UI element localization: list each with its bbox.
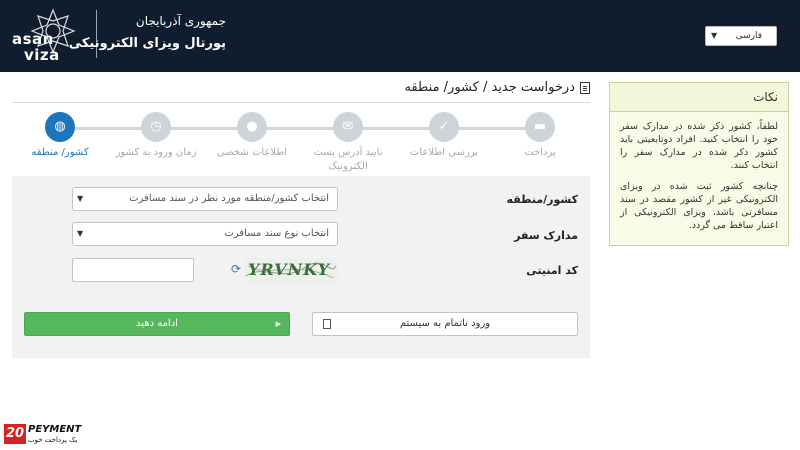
step-review[interactable]: ✓ بررسی اطلاعات [399,112,489,160]
document-icon [323,319,331,329]
step-circle: ▬ [525,112,555,142]
payment-watermark: 20 PEYMENT یک پرداخت خوب [4,424,84,446]
step-label: بررسی اطلاعات [409,147,479,158]
notes-title: نکات [610,83,788,112]
document-icon [580,81,590,94]
user-icon: ● [246,119,258,134]
step-email-confirm[interactable]: ✉ تایید آدرس پست الکترونیک [303,112,393,174]
step-label: کشور/ منطقه [31,147,89,158]
header-portal-title: پورتال ویزای الکترونیکی [68,36,226,51]
step-circle: ● [237,112,267,142]
country-label: کشور/منطقه [506,193,578,206]
notes-paragraph: لطفاً، کشور ذکر شده در مدارک سفر خود را … [620,121,778,171]
captcha-input[interactable] [72,258,194,282]
incomplete-login-button[interactable]: ورود ناتمام به سیستم [312,312,578,336]
step-personal-info[interactable]: ● اطلاعات شخصی [207,112,297,160]
language-value: فارسی [735,31,762,41]
play-icon: ▶ [275,320,281,328]
step-circle: ◷ [141,112,171,142]
step-circle: ✉ [333,112,363,142]
watermark-brand: PEYMENT [28,424,82,435]
globe-icon: ◍ [54,119,66,134]
logo-word-viza: viza [24,46,60,64]
step-entry-time[interactable]: ◷ زمان ورود به کشور [111,112,201,160]
notes-panel: نکات لطفاً، کشور ذکر شده در مدارک سفر خو… [609,82,789,246]
refresh-icon[interactable]: ⟳ [231,263,241,275]
watermark-tagline: یک پرداخت خوب [28,436,78,444]
step-label: زمان ورود به کشور [115,147,197,158]
watermark-number: 20 [4,424,26,444]
captcha-image: YRVNKY [244,258,338,284]
card-icon: ▬ [533,119,547,134]
step-label: اطلاعات شخصی [216,147,288,158]
step-label: تایید آدرس پست الکترونیک [313,147,383,172]
country-select-value: انتخاب کشور/منطقه مورد نظر در سند مسافرت [129,193,329,204]
incomplete-login-label: ورود ناتمام به سیستم [399,318,491,329]
chevron-down-icon: ▼ [77,194,84,203]
chevron-down-icon: ▼ [711,31,718,40]
travel-doc-label: مدارک سفر [514,229,578,242]
clock-icon: ◷ [150,119,162,134]
captcha-text: YRVNKY [248,260,331,279]
page-title-text: درخواست جدید / کشور/ منطقه [404,80,575,95]
notes-paragraph: چنانچه کشور ثبت شده در ویزای الکترونیکی … [620,181,778,231]
step-country[interactable]: ◍ کشور/ منطقه [15,112,105,160]
envelope-icon: ✉ [342,119,354,134]
travel-doc-select[interactable]: انتخاب نوع سند مسافرت ▼ [72,222,338,246]
title-divider [12,102,590,103]
travel-doc-select-value: انتخاب نوع سند مسافرت [224,228,329,239]
step-label: پرداخت [524,147,556,158]
header-country: جمهوری آذربایجان [135,14,226,28]
language-select[interactable]: فارسی ▼ [705,26,777,46]
header-bar: asan viza جمهوری آذربایجان پورتال ویزای … [0,0,800,72]
check-icon: ✓ [438,119,450,134]
step-circle: ✓ [429,112,459,142]
continue-button-label: ادامه دهید [136,318,178,329]
chevron-down-icon: ▼ [77,229,84,238]
step-circle: ◍ [45,112,75,142]
step-payment[interactable]: ▬ پرداخت [495,112,585,160]
continue-button[interactable]: ▶ ادامه دهید [24,312,290,336]
page-title: درخواست جدید / کشور/ منطقه [404,80,590,95]
captcha-label: کد امنیتی [526,264,578,277]
country-select[interactable]: انتخاب کشور/منطقه مورد نظر در سند مسافرت… [72,187,338,211]
